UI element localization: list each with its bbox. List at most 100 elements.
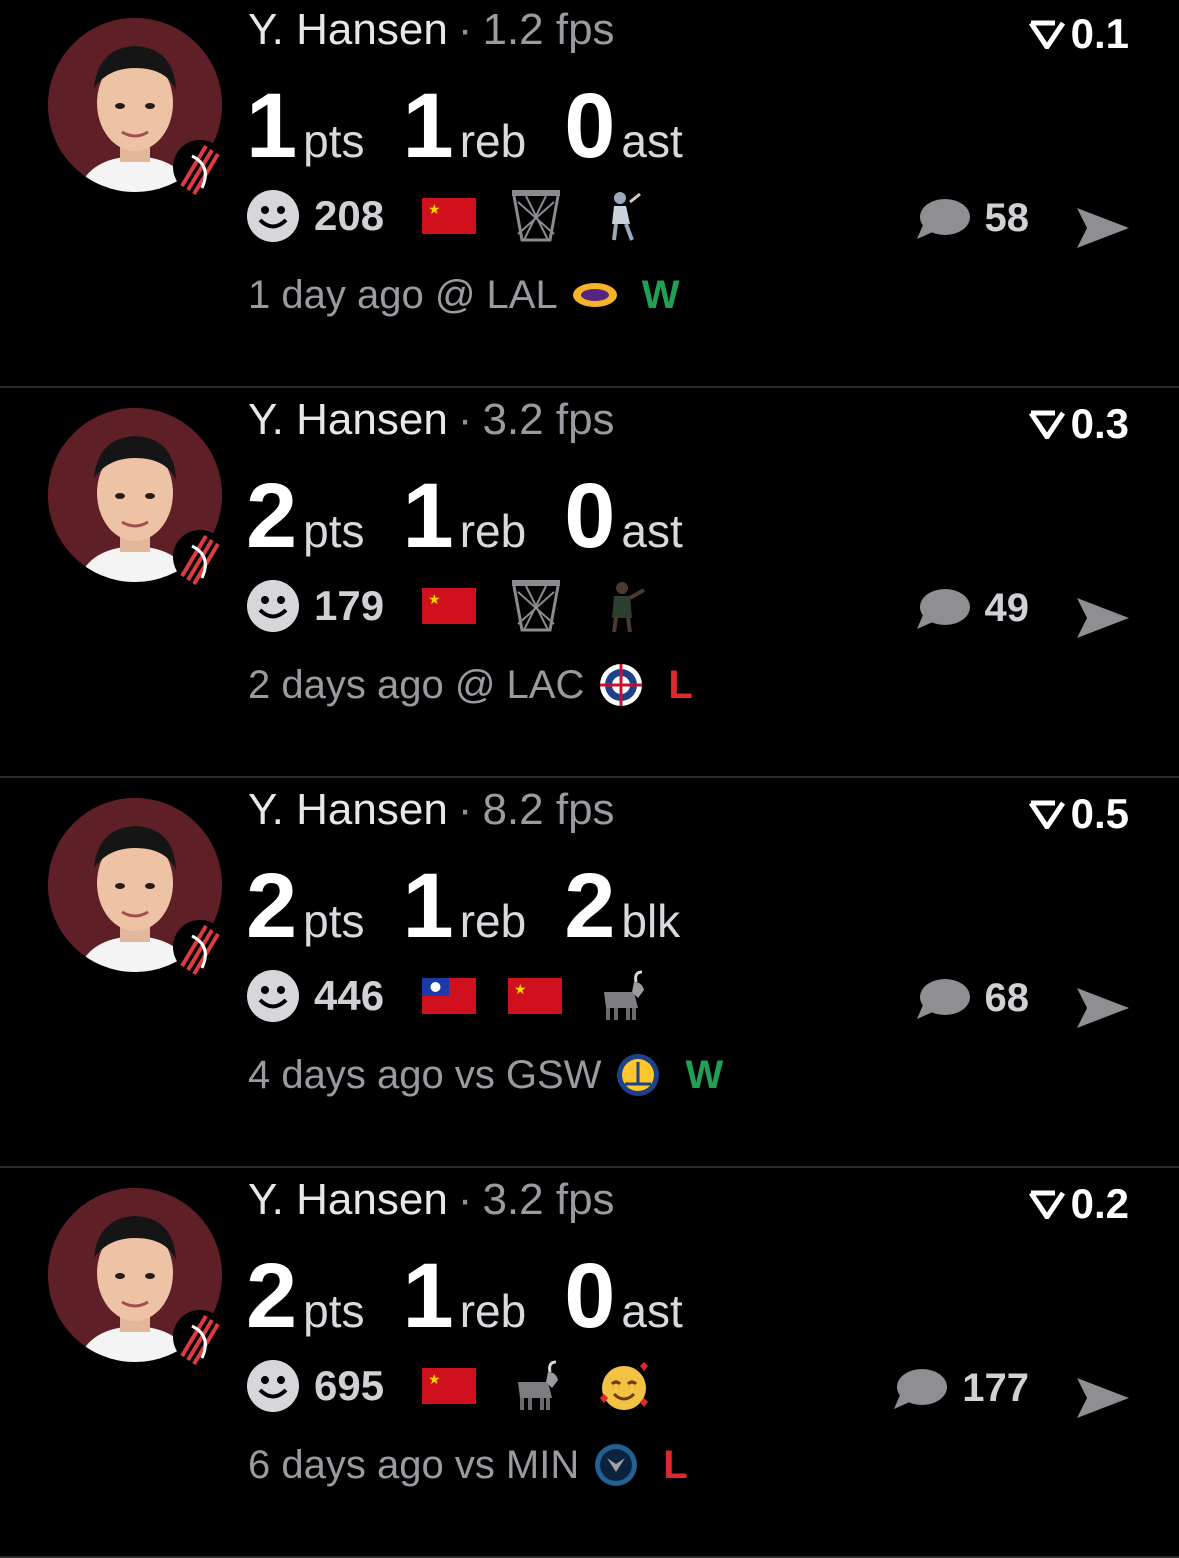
card-divider bbox=[0, 776, 1179, 778]
blazers-badge-icon bbox=[173, 920, 227, 976]
stat-third: 2 blk bbox=[564, 860, 680, 952]
stat-rebounds: 1 reb bbox=[403, 470, 527, 562]
game-description: 4 days ago vs GSW bbox=[248, 1052, 602, 1097]
player-avatar[interactable] bbox=[48, 1188, 227, 1366]
stat-number: 1 bbox=[402, 75, 454, 177]
comments-button[interactable]: 49 bbox=[915, 586, 1030, 631]
game-description: 2 days ago @ LAC bbox=[248, 662, 585, 707]
player-name-line: Y. Hansen · 3.2 fps bbox=[248, 398, 615, 442]
blazers-badge-icon bbox=[173, 530, 227, 586]
smile-reaction-icon[interactable] bbox=[246, 579, 300, 633]
svg-text:★: ★ bbox=[514, 982, 527, 998]
stat-points: 2 pts bbox=[246, 470, 365, 562]
player-name[interactable]: Y. Hansen bbox=[248, 1175, 448, 1224]
player-name[interactable]: Y. Hansen bbox=[248, 395, 448, 444]
svg-text:★: ★ bbox=[428, 592, 441, 608]
stat-unit: ast bbox=[621, 1285, 683, 1337]
stat-third: 0 ast bbox=[564, 1250, 683, 1342]
share-send-icon[interactable] bbox=[1075, 594, 1131, 642]
stat-line: 2 pts 1 reb 0 ast bbox=[246, 1250, 721, 1342]
reactions-row: 179 ★ bbox=[246, 576, 684, 636]
game-result: L bbox=[668, 662, 693, 707]
stat-number: 1 bbox=[246, 75, 298, 177]
feed-card[interactable]: Y. Hansen · 3.2 fps 0.3 2 pts 1 reb 0 ast 179… bbox=[0, 390, 1179, 778]
rating-score: 0.5 bbox=[1028, 790, 1129, 838]
taiwan-flag-icon[interactable] bbox=[422, 978, 477, 1014]
feed-card[interactable]: Y. Hansen · 1.2 fps 0.1 1 pts 1 reb 0 ast 208… bbox=[0, 0, 1179, 388]
goat-icon[interactable] bbox=[508, 1358, 564, 1414]
game-info[interactable]: 4 days ago vs GSW W bbox=[248, 1052, 723, 1098]
smiling-hearts-face-icon[interactable] bbox=[596, 1358, 652, 1414]
stat-points: 2 pts bbox=[246, 1250, 365, 1342]
player-name[interactable]: Y. Hansen bbox=[248, 785, 448, 834]
share-send-icon[interactable] bbox=[1075, 984, 1131, 1032]
stat-number: 0 bbox=[564, 1245, 616, 1347]
separator-dot: · bbox=[457, 5, 473, 54]
player-avatar[interactable] bbox=[48, 18, 227, 196]
player-avatar[interactable] bbox=[48, 408, 227, 586]
game-info[interactable]: 1 day ago @ LAL W bbox=[248, 272, 679, 318]
china-flag-icon[interactable]: ★ bbox=[508, 978, 563, 1014]
stat-line: 2 pts 1 reb 2 blk bbox=[246, 860, 718, 952]
rating-value: 0.2 bbox=[1070, 1180, 1129, 1227]
player-avatar[interactable] bbox=[48, 798, 227, 976]
basketball-hoop-icon[interactable] bbox=[508, 578, 564, 634]
stat-number: 2 bbox=[246, 465, 298, 567]
player-figure-icon[interactable] bbox=[596, 578, 652, 634]
rating-value: 0.5 bbox=[1070, 790, 1129, 837]
comments-button[interactable]: 68 bbox=[915, 976, 1029, 1021]
stat-third: 0 ast bbox=[564, 80, 683, 172]
comment-count: 58 bbox=[984, 196, 1030, 240]
comment-bubble-icon bbox=[916, 198, 970, 239]
comment-bubble-icon bbox=[916, 978, 970, 1019]
fan-figure-icon[interactable] bbox=[596, 188, 652, 244]
share-send-icon[interactable] bbox=[1075, 1374, 1131, 1422]
china-flag-icon[interactable]: ★ bbox=[422, 198, 477, 234]
reaction-count[interactable]: 695 bbox=[314, 1362, 384, 1410]
player-name[interactable]: Y. Hansen bbox=[248, 5, 448, 54]
fantasy-points: 1.2 fps bbox=[482, 5, 615, 54]
fantasy-points: 8.2 fps bbox=[482, 785, 615, 834]
reaction-count[interactable]: 208 bbox=[314, 192, 384, 240]
basketball-hoop-icon[interactable] bbox=[508, 188, 564, 244]
stat-unit: blk bbox=[621, 895, 681, 947]
stat-number: 1 bbox=[402, 465, 454, 567]
blazers-badge-icon bbox=[173, 1310, 227, 1366]
stat-number: 2 bbox=[564, 855, 616, 957]
comments-button[interactable]: 58 bbox=[915, 196, 1030, 241]
card-divider bbox=[0, 1166, 1179, 1168]
separator-dot: · bbox=[457, 785, 473, 834]
stat-line: 2 pts 1 reb 0 ast bbox=[246, 470, 721, 562]
player-name-line: Y. Hansen · 1.2 fps bbox=[248, 8, 615, 52]
feed-card[interactable]: Y. Hansen · 3.2 fps 0.2 2 pts 1 reb 0 ast 695… bbox=[0, 1170, 1179, 1558]
game-result: W bbox=[641, 272, 680, 317]
smile-reaction-icon[interactable] bbox=[246, 189, 300, 243]
stat-number: 2 bbox=[246, 1245, 298, 1347]
player-name-line: Y. Hansen · 8.2 fps bbox=[248, 788, 615, 832]
comment-count: 49 bbox=[984, 586, 1030, 630]
china-flag-icon[interactable]: ★ bbox=[422, 1368, 477, 1404]
reactions-row: 695 ★ bbox=[246, 1356, 684, 1416]
reaction-count[interactable]: 179 bbox=[314, 582, 384, 630]
svg-text:★: ★ bbox=[428, 202, 441, 218]
stat-unit: ast bbox=[621, 505, 683, 557]
game-info[interactable]: 2 days ago @ LAC L bbox=[248, 662, 693, 708]
feed-card[interactable]: Y. Hansen · 8.2 fps 0.5 2 pts 1 reb 2 blk 446… bbox=[0, 780, 1179, 1168]
stat-unit: reb bbox=[459, 895, 527, 947]
stat-rebounds: 1 reb bbox=[403, 860, 527, 952]
comments-button[interactable]: 177 bbox=[892, 1366, 1029, 1411]
reaction-count[interactable]: 446 bbox=[314, 972, 384, 1020]
fantasy-points: 3.2 fps bbox=[482, 1175, 615, 1224]
smile-reaction-icon[interactable] bbox=[246, 969, 300, 1023]
stat-third: 0 ast bbox=[564, 470, 683, 562]
china-flag-icon[interactable]: ★ bbox=[422, 588, 477, 624]
smile-reaction-icon[interactable] bbox=[246, 1359, 300, 1413]
share-send-icon[interactable] bbox=[1075, 204, 1131, 252]
game-info[interactable]: 6 days ago vs MIN L bbox=[248, 1442, 688, 1488]
stat-number: 0 bbox=[564, 465, 616, 567]
stat-number: 0 bbox=[564, 75, 616, 177]
goat-icon[interactable] bbox=[594, 968, 650, 1024]
stat-points: 2 pts bbox=[246, 860, 365, 952]
svg-text:★: ★ bbox=[428, 1372, 441, 1388]
game-result: L bbox=[663, 1442, 688, 1487]
